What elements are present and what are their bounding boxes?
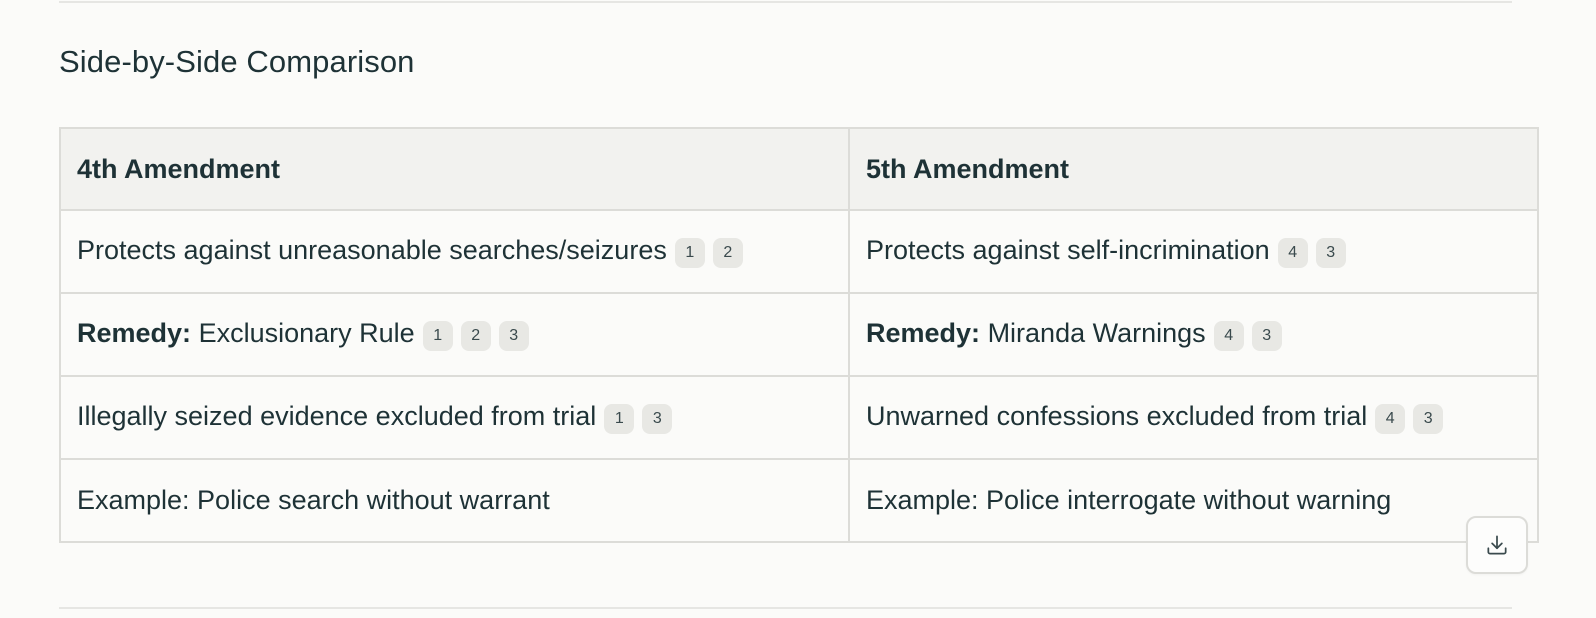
cell-text: Exclusionary Rule: [198, 318, 415, 348]
citation-badge[interactable]: 1: [422, 321, 453, 351]
header-4th-amendment: 4th Amendment: [59, 127, 850, 211]
cell-4th-amendment: Protects against unreasonable searches/s…: [59, 209, 850, 294]
table-row: Remedy: Exclusionary Rule 1 2 3 Remedy: Mira…: [59, 292, 1539, 377]
cell-5th-amendment: Unwarned confessions excluded from trial…: [848, 375, 1539, 460]
citation-badge[interactable]: 2: [460, 321, 491, 351]
cell-text: Protects against unreasonable searches/s…: [77, 235, 667, 265]
citation-badge[interactable]: 4: [1277, 238, 1308, 268]
citation-badge[interactable]: 2: [712, 238, 743, 268]
citation-badge[interactable]: 1: [604, 404, 635, 434]
top-divider: [59, 1, 1512, 3]
cell-text: Example: Police interrogate without warn…: [866, 485, 1392, 515]
cell-text: Example: Police search without warrant: [77, 485, 550, 515]
bottom-divider: [59, 607, 1512, 609]
cell-label-bold: Remedy:: [77, 318, 192, 348]
page: Side-by-Side Comparison 4th Amendment 5t…: [0, 0, 1596, 618]
header-5th-amendment: 5th Amendment: [848, 127, 1539, 211]
download-button[interactable]: [1466, 516, 1528, 574]
citation-badge[interactable]: 3: [1251, 321, 1282, 351]
download-icon: [1487, 535, 1507, 555]
citation-badge[interactable]: 3: [498, 321, 529, 351]
cell-4th-amendment: Remedy: Exclusionary Rule 1 2 3: [59, 292, 850, 377]
comparison-table: 4th Amendment 5th Amendment Protects aga…: [59, 127, 1539, 543]
citation-badge[interactable]: 1: [674, 238, 705, 268]
cell-5th-amendment: Protects against self-incrimination 4 3: [848, 209, 1539, 294]
table-row: Example: Police search without warrant Ex…: [59, 458, 1539, 543]
table-row: Illegally seized evidence excluded from …: [59, 375, 1539, 460]
section-title: Side-by-Side Comparison: [59, 44, 415, 79]
cell-5th-amendment: Remedy: Miranda Warnings 4 3: [848, 292, 1539, 377]
comparison-table-container: 4th Amendment 5th Amendment Protects aga…: [59, 127, 1539, 543]
cell-4th-amendment: Illegally seized evidence excluded from …: [59, 375, 850, 460]
cell-text: Unwarned confessions excluded from trial: [866, 401, 1368, 431]
table-header-row: 4th Amendment 5th Amendment: [59, 127, 1539, 211]
cell-4th-amendment: Example: Police search without warrant: [59, 458, 850, 543]
cell-text: Illegally seized evidence excluded from …: [77, 401, 597, 431]
cell-text: Protects against self-incrimination: [866, 235, 1270, 265]
cell-label-bold: Remedy:: [866, 318, 981, 348]
citation-badge[interactable]: 3: [642, 404, 673, 434]
cell-5th-amendment: Example: Police interrogate without warn…: [848, 458, 1539, 543]
table-row: Protects against unreasonable searches/s…: [59, 209, 1539, 294]
table-body: Protects against unreasonable searches/s…: [59, 209, 1539, 543]
citation-badge[interactable]: 3: [1315, 238, 1346, 268]
citation-badge[interactable]: 3: [1413, 404, 1444, 434]
citation-badge[interactable]: 4: [1213, 321, 1244, 351]
cell-text: Miranda Warnings: [987, 318, 1206, 348]
citation-badge[interactable]: 4: [1375, 404, 1406, 434]
